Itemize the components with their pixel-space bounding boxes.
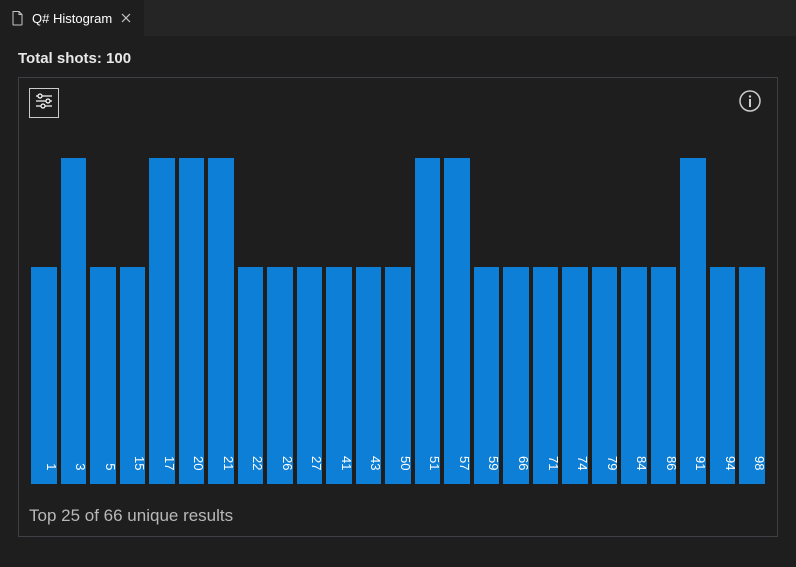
bar-label: 50 — [398, 456, 413, 470]
bar-label: 71 — [546, 456, 561, 470]
histogram-bars: 1 3 5 15 17 20 21 22 26 27 41 43 50 51 57 59 66 71 74 79 84 8… — [31, 158, 765, 484]
settings-button[interactable] — [29, 88, 59, 118]
histogram-bar[interactable]: 86 — [651, 267, 677, 484]
histogram-bar[interactable]: 66 — [503, 267, 529, 484]
histogram-bar[interactable]: 74 — [562, 267, 588, 484]
bar-label: 1 — [44, 463, 59, 470]
bar-label: 57 — [457, 456, 472, 470]
histogram-bar[interactable]: 43 — [356, 267, 382, 484]
bar-label: 21 — [221, 456, 236, 470]
bar-label: 79 — [605, 456, 620, 470]
histogram-bar[interactable]: 5 — [90, 267, 116, 484]
histogram-bar[interactable]: 41 — [326, 267, 352, 484]
bar-label: 27 — [309, 456, 324, 470]
bar-label: 86 — [664, 456, 679, 470]
info-button[interactable] — [735, 88, 765, 118]
tab-qsharp-histogram[interactable]: Q# Histogram — [0, 0, 145, 36]
histogram-bar[interactable]: 79 — [592, 267, 618, 484]
histogram-bar[interactable]: 3 — [61, 158, 87, 484]
histogram-bar[interactable]: 71 — [533, 267, 559, 484]
bar-label: 26 — [280, 456, 295, 470]
histogram-bar[interactable]: 59 — [474, 267, 500, 484]
bar-label: 41 — [339, 456, 354, 470]
total-shots-label: Total shots: 100 — [18, 50, 778, 67]
histogram-panel: 1 3 5 15 17 20 21 22 26 27 41 43 50 51 57 59 66 71 74 79 84 8… — [18, 77, 778, 537]
histogram-bar[interactable]: 27 — [297, 267, 323, 484]
histogram-bar[interactable]: 15 — [120, 267, 146, 484]
tab-bar: Q# Histogram — [0, 0, 796, 36]
histogram-bar[interactable]: 94 — [710, 267, 736, 484]
bar-label: 43 — [368, 456, 383, 470]
bar-label: 15 — [132, 456, 147, 470]
histogram-bar[interactable]: 91 — [680, 158, 706, 484]
bar-label: 22 — [250, 456, 265, 470]
histogram-bar[interactable]: 17 — [149, 158, 175, 484]
sliders-icon — [34, 91, 54, 116]
bar-label: 5 — [103, 463, 118, 470]
histogram-bar[interactable]: 20 — [179, 158, 205, 484]
histogram-bar[interactable]: 1 — [31, 267, 57, 484]
bar-label: 94 — [723, 456, 738, 470]
histogram-bar[interactable]: 84 — [621, 267, 647, 484]
content: Total shots: 100 — [0, 36, 796, 555]
bar-label: 17 — [162, 456, 177, 470]
tab-title: Q# Histogram — [32, 11, 112, 26]
results-caption: Top 25 of 66 unique results — [29, 506, 233, 526]
histogram-bar[interactable]: 26 — [267, 267, 293, 484]
bar-label: 66 — [516, 456, 531, 470]
bar-label: 51 — [427, 456, 442, 470]
histogram-bar[interactable]: 50 — [385, 267, 411, 484]
bar-label: 20 — [191, 456, 206, 470]
file-icon — [10, 10, 26, 26]
histogram-bar[interactable]: 22 — [238, 267, 264, 484]
histogram-bar[interactable]: 51 — [415, 158, 441, 484]
histogram-bar[interactable]: 21 — [208, 158, 234, 484]
bar-label: 98 — [752, 456, 767, 470]
histogram-bar[interactable]: 57 — [444, 158, 470, 484]
bar-label: 3 — [73, 463, 88, 470]
bar-label: 59 — [486, 456, 501, 470]
bar-label: 84 — [634, 456, 649, 470]
bar-label: 74 — [575, 456, 590, 470]
info-icon — [738, 89, 762, 118]
bar-label: 91 — [693, 456, 708, 470]
histogram-bar[interactable]: 98 — [739, 267, 765, 484]
close-icon[interactable] — [118, 10, 134, 26]
